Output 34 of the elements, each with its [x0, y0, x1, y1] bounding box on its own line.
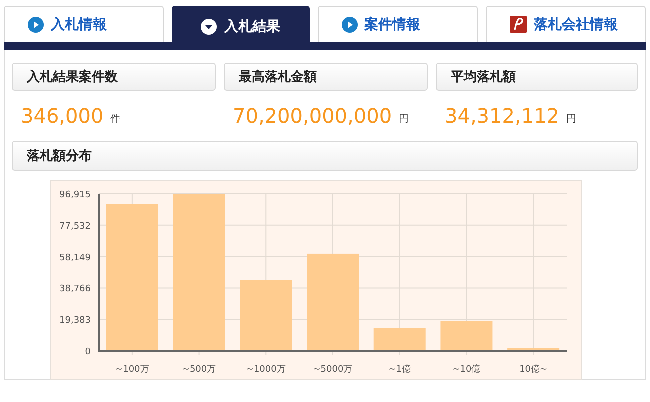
bar	[240, 280, 292, 350]
tab[interactable]: 落札会社情報	[486, 6, 646, 42]
axis-label: ~500万	[182, 365, 216, 375]
stat-header: 入札結果案件数	[12, 63, 216, 91]
axis-label: 58,149	[60, 253, 91, 264]
axis-label: ~5000万	[313, 365, 353, 375]
stat-value: 70,200,000,000	[233, 104, 392, 128]
play-icon	[28, 16, 44, 32]
caret-down-icon	[201, 18, 218, 34]
axis-label: 10億~	[520, 365, 548, 375]
play-icon	[342, 16, 358, 32]
axis-label: 0	[85, 348, 91, 358]
tab[interactable]: 入札情報	[4, 6, 164, 42]
stat-header: 平均落札額	[436, 63, 638, 91]
stat-value: 34,312,112	[445, 104, 560, 128]
axis-label: ~1億	[388, 365, 411, 375]
axis-label: 96,915	[60, 190, 91, 200]
axis-label: 77,532	[60, 222, 91, 232]
unit-label: 円	[399, 113, 410, 126]
axis-label: ~1000万	[246, 365, 286, 375]
bar	[440, 321, 493, 350]
axis-label: ~100万	[116, 365, 150, 375]
bar	[374, 328, 426, 350]
unit-label: 件	[110, 113, 121, 126]
section-header: 落札額分布	[12, 141, 638, 171]
tab[interactable]: 案件情報	[318, 6, 478, 42]
axis-label: 38,766	[60, 284, 91, 295]
logo-icon	[510, 16, 527, 33]
tab[interactable]: 入札結果	[172, 6, 310, 42]
unit-label: 円	[566, 113, 577, 126]
axis-label: 19,383	[60, 316, 91, 326]
stat-value: 346,000	[21, 104, 104, 128]
stat-header: 最高落札金額	[224, 63, 428, 91]
axis-label: ~10億	[452, 365, 481, 375]
